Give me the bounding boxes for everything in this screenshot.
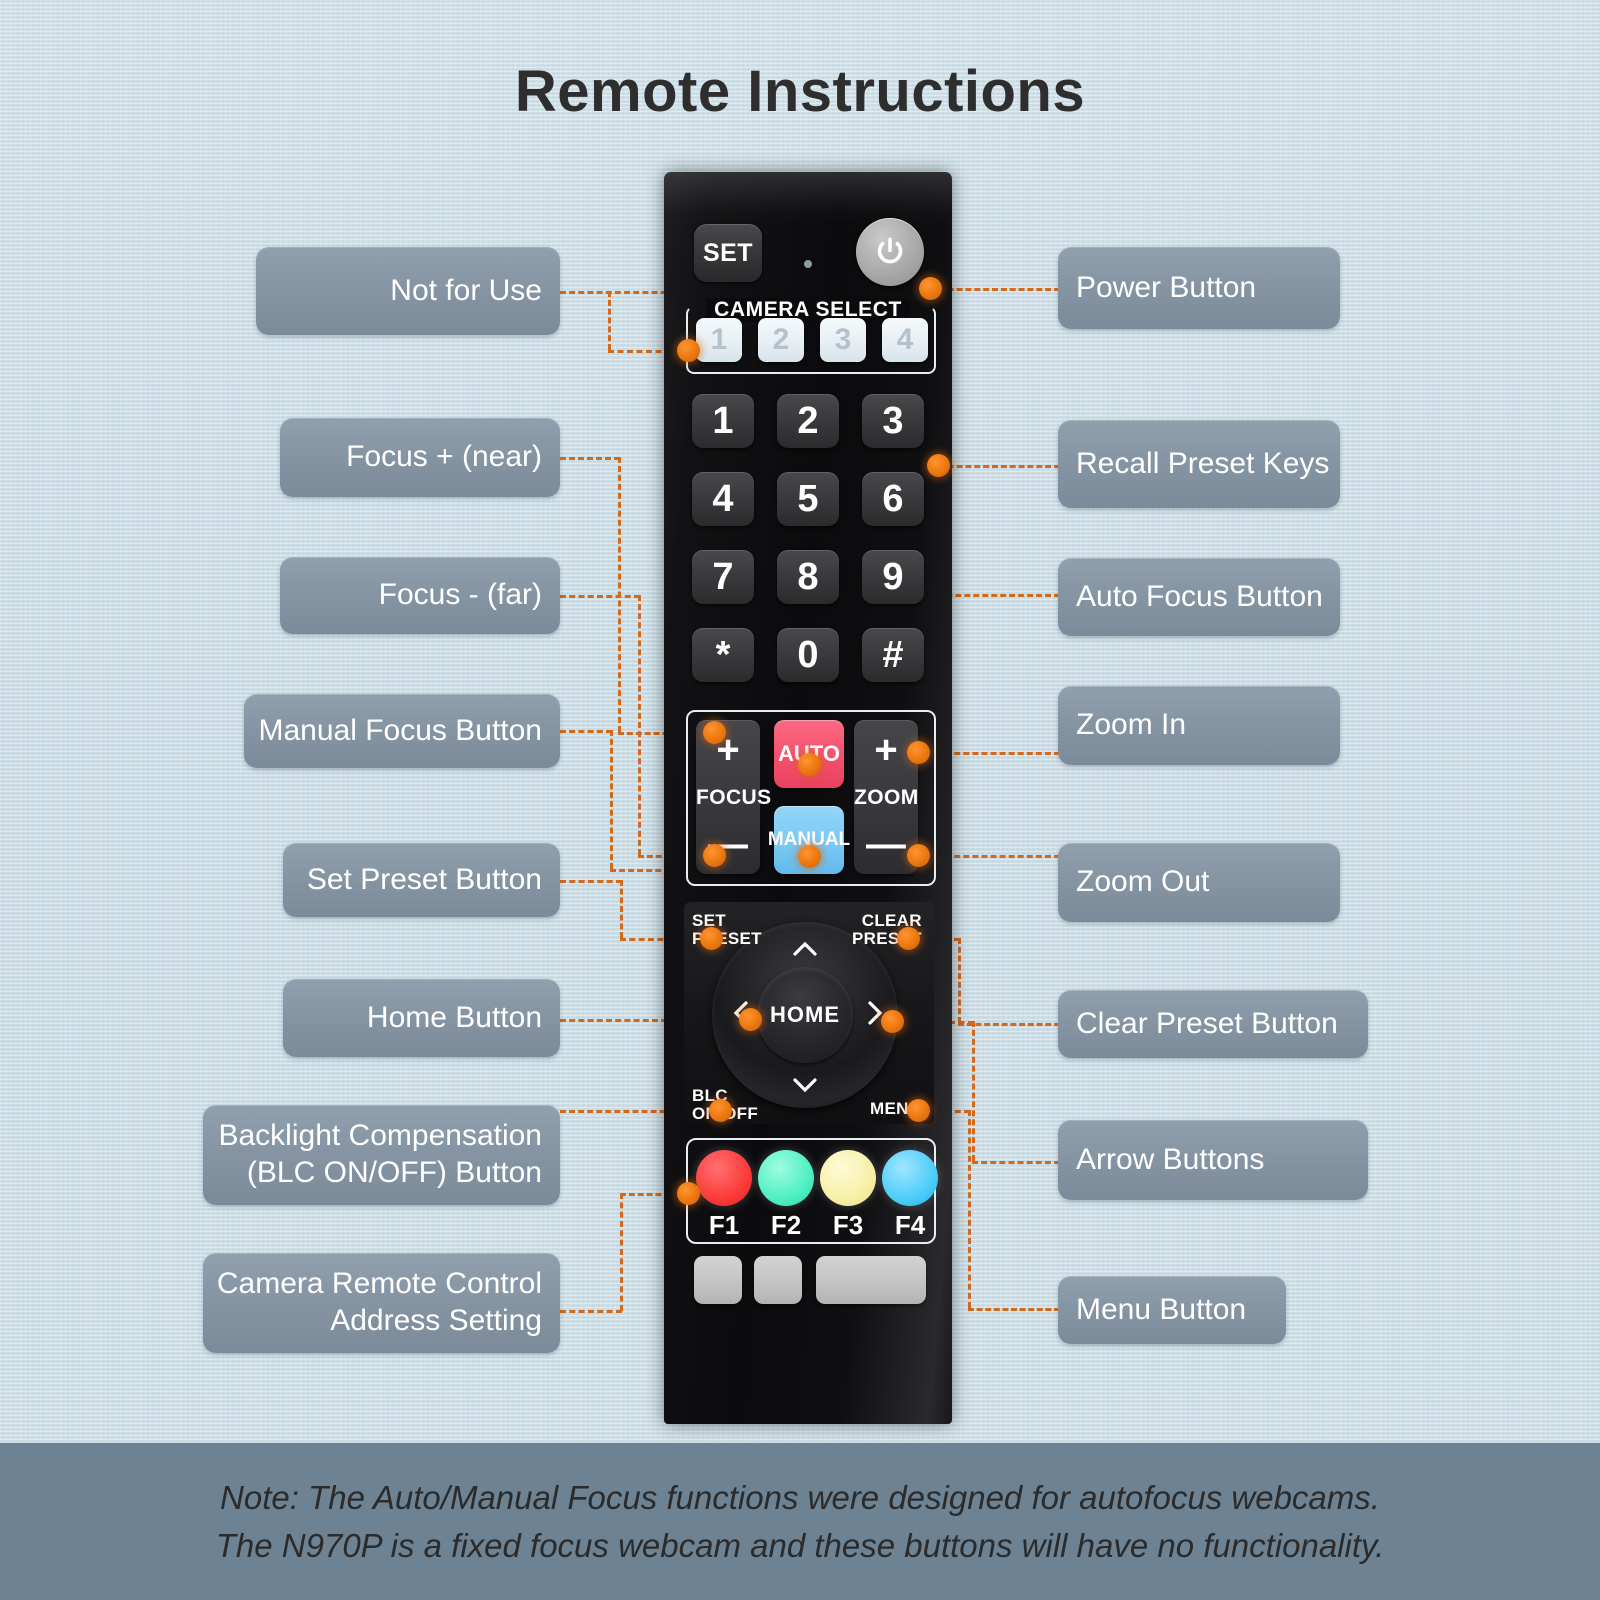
f1-button[interactable]: [696, 1150, 752, 1206]
callout-manual-focus[interactable]: Manual Focus Button: [244, 694, 560, 768]
callout-line: Camera Remote Control: [216, 1267, 542, 1301]
f4-label: F4: [894, 1210, 926, 1240]
callout-line: Address Setting: [330, 1304, 542, 1337]
callout-line: Backlight Compensation: [218, 1119, 542, 1153]
remote-top-gloss: [664, 172, 952, 226]
dot-set-preset: [700, 927, 723, 950]
callout-line: Zoom Out: [1076, 865, 1210, 899]
dot-arrows: [881, 1010, 904, 1033]
power-icon: [877, 237, 903, 264]
dot-auto-focus: [798, 753, 821, 776]
keypad-key-1[interactable]: 1: [692, 394, 754, 448]
camera-select-1[interactable]: 1: [696, 318, 742, 362]
numeric-keypad: 1 2 3 4 5 6 7 8 9 * 0 #: [692, 394, 924, 682]
keypad-key-7[interactable]: 7: [692, 550, 754, 604]
set-button[interactable]: SET: [694, 224, 762, 282]
callout-zoom-out[interactable]: Zoom Out: [1058, 843, 1340, 922]
callout-line: Focus - (far): [378, 578, 542, 612]
keypad-key-8[interactable]: 8: [777, 550, 839, 604]
callout-line: Focus + (near): [346, 440, 542, 474]
set-preset-line: SET: [692, 911, 726, 930]
footer-line: Note: The Auto/Manual Focus functions we…: [220, 1478, 1380, 1516]
callout-set-preset[interactable]: Set Preset Button: [283, 843, 560, 917]
f3-label: F3: [832, 1210, 864, 1240]
callout-not-for-use[interactable]: Not for Use: [256, 247, 560, 335]
chevron-up-icon: [793, 941, 817, 956]
dot-menu: [907, 1099, 930, 1122]
f2-label: F2: [770, 1210, 802, 1240]
callout-line: Zoom In: [1076, 708, 1187, 742]
callout-line: Auto Focus Button: [1076, 579, 1323, 613]
f1-label: F1: [708, 1210, 740, 1240]
keypad-key-6[interactable]: 6: [862, 472, 924, 526]
callout-recall-preset[interactable]: Recall Preset Keys: [1058, 420, 1340, 508]
callout-power[interactable]: Power Button: [1058, 247, 1340, 329]
address-key-1[interactable]: [694, 1256, 742, 1304]
footer-note: Note: The Auto/Manual Focus functions we…: [0, 1443, 1600, 1600]
callout-line: Recall Preset Keys: [1076, 446, 1330, 480]
dot-power: [919, 277, 942, 300]
f3-button[interactable]: [820, 1150, 876, 1206]
f2-button[interactable]: [758, 1150, 814, 1206]
dot-manual-focus: [798, 845, 821, 868]
footer-line: The N970P is a fixed focus webcam and th…: [215, 1526, 1385, 1564]
callout-line: Power Button: [1076, 270, 1257, 304]
remote-control: SET CAMERA SELECT 1 2 3 4 1 2 3 4 5 6 7 …: [664, 172, 952, 1424]
dot-focus-plus: [703, 721, 726, 744]
zoom-label: ZOOM: [854, 786, 919, 809]
callout-line: Menu Button: [1076, 1292, 1247, 1326]
camera-select-3[interactable]: 3: [820, 318, 866, 362]
home-button[interactable]: HOME: [757, 967, 853, 1063]
callout-home[interactable]: Home Button: [283, 979, 560, 1057]
address-key-2[interactable]: [754, 1256, 802, 1304]
callout-menu[interactable]: Menu Button: [1058, 1276, 1286, 1344]
chevron-down-icon: [793, 1078, 817, 1093]
dot-focus-minus: [703, 844, 726, 867]
camera-select-2[interactable]: 2: [758, 318, 804, 362]
keypad-key-0[interactable]: 0: [777, 628, 839, 682]
callout-line: Not for Use: [390, 273, 542, 307]
keypad-key-9[interactable]: 9: [862, 550, 924, 604]
keypad-key-3[interactable]: 3: [862, 394, 924, 448]
f4-button[interactable]: [882, 1150, 938, 1206]
address-key-3[interactable]: [816, 1256, 926, 1304]
keypad-key-5[interactable]: 5: [777, 472, 839, 526]
dot-blc: [709, 1099, 732, 1122]
callout-focus-near[interactable]: Focus + (near): [280, 418, 560, 497]
callout-line: (BLC ON/OFF) Button: [246, 1156, 542, 1189]
callout-line: Home Button: [366, 1000, 542, 1034]
arrow-down-button[interactable]: [790, 1070, 820, 1100]
callout-auto-focus[interactable]: Auto Focus Button: [1058, 558, 1340, 636]
callout-line: Set Preset Button: [306, 862, 542, 896]
power-button[interactable]: [856, 218, 924, 286]
dot-home: [739, 1008, 762, 1031]
dot-clear-preset: [897, 927, 920, 950]
dot-zoom-in: [907, 741, 930, 764]
keypad-key-2[interactable]: 2: [777, 394, 839, 448]
keypad-key-star[interactable]: *: [692, 628, 754, 682]
dot-zoom-out: [907, 844, 930, 867]
focus-label: FOCUS: [696, 786, 772, 809]
callout-line: Clear Preset Button: [1076, 1006, 1338, 1040]
keypad-key-4[interactable]: 4: [692, 472, 754, 526]
ir-led-indicator: [804, 260, 812, 268]
callout-arrow-buttons[interactable]: Arrow Buttons: [1058, 1120, 1368, 1200]
keypad-key-hash[interactable]: #: [862, 628, 924, 682]
callout-zoom-in[interactable]: Zoom In: [1058, 686, 1340, 765]
callout-focus-far[interactable]: Focus - (far): [280, 557, 560, 634]
dot-not-for-use: [677, 339, 700, 362]
dot-address-setting: [677, 1182, 700, 1205]
callout-clear-preset[interactable]: Clear Preset Button: [1058, 990, 1368, 1058]
callout-blc[interactable]: Backlight Compensation (BLC ON/OFF) Butt…: [203, 1105, 560, 1205]
dot-recall-preset: [927, 454, 950, 477]
arrow-up-button[interactable]: [790, 934, 820, 964]
page-title: Remote Instructions: [514, 59, 1086, 124]
callout-line: Manual Focus Button: [258, 713, 543, 747]
camera-select-4[interactable]: 4: [882, 318, 928, 362]
callout-address-setting[interactable]: Camera Remote Control Address Setting: [203, 1253, 560, 1353]
callout-line: Arrow Buttons: [1076, 1142, 1265, 1176]
